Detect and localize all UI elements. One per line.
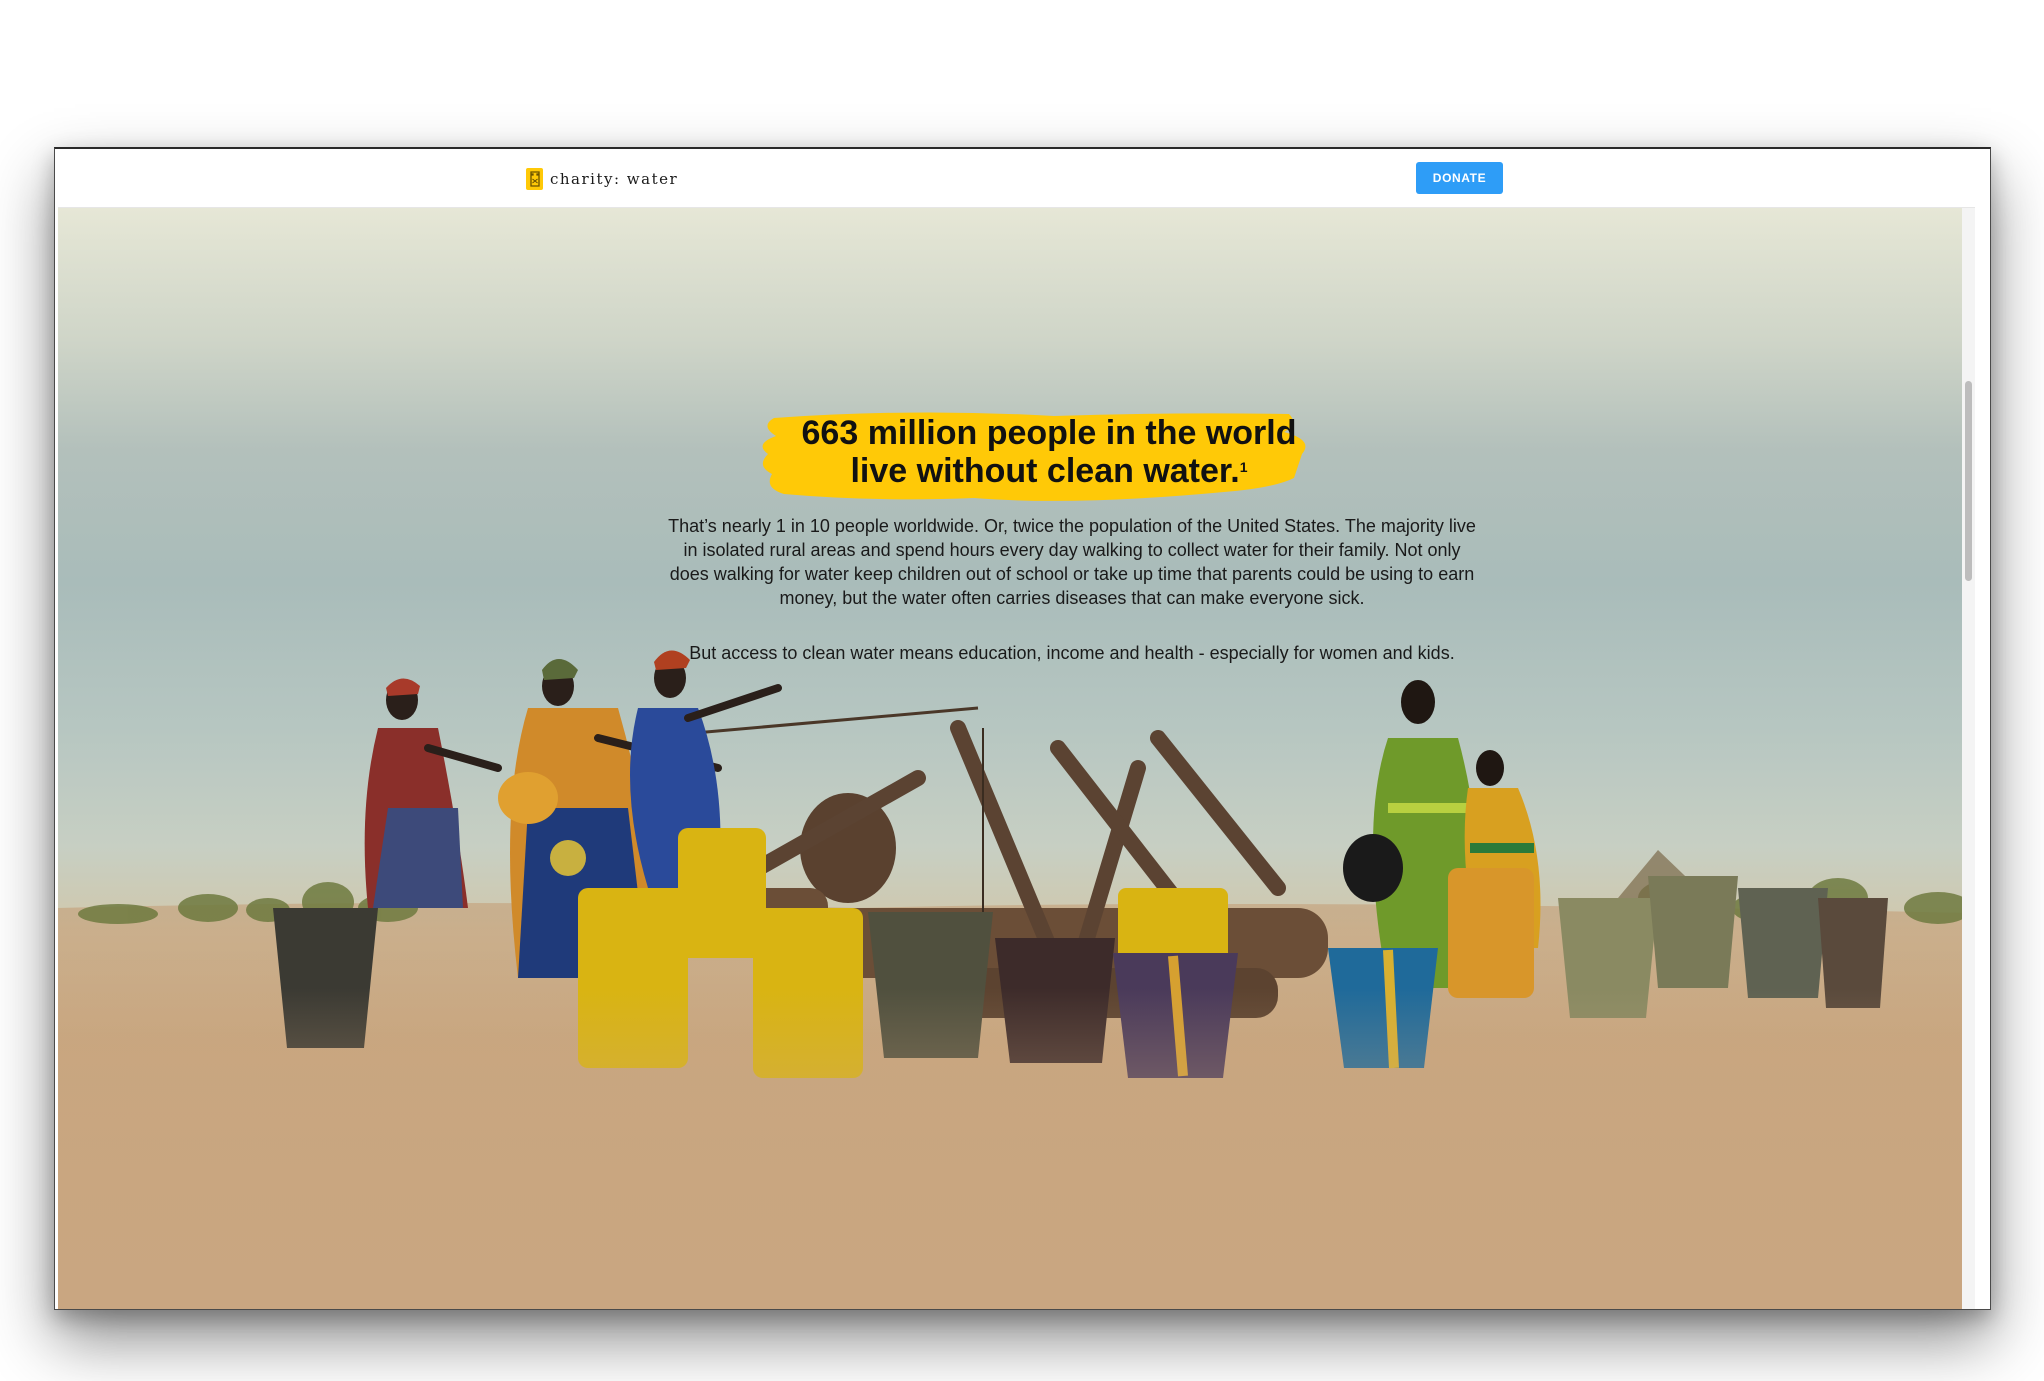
headline-line-1: 663 million people in the world — [801, 414, 1297, 452]
hero-paragraph-2: But access to clean water means educatio… — [689, 643, 1455, 663]
hero-section: 663 million people in the world live wit… — [58, 208, 1975, 1309]
women-at-well-photo — [58, 650, 1975, 1309]
footnote-marker[interactable]: 1 — [1240, 459, 1248, 475]
top-navbar: charity: water DONATE — [58, 149, 1975, 208]
brand-name: charity: water — [550, 170, 679, 188]
headline-block: 663 million people in the world live wit… — [754, 410, 1344, 516]
hero-paragraph-1: That’s nearly 1 in 10 people worldwide. … — [668, 516, 1476, 608]
scrollbar-thumb[interactable] — [1965, 381, 1972, 581]
donate-button[interactable]: DONATE — [1416, 162, 1503, 194]
brand-logo[interactable]: charity: water — [526, 168, 678, 190]
jerry-can-icon — [526, 168, 543, 190]
hero-headline: 663 million people in the world live wit… — [754, 414, 1344, 490]
browser-window: charity: water DONATE 663 million people… — [54, 147, 1991, 1310]
headline-line-2: live without clean water. — [850, 452, 1240, 490]
page-viewport: charity: water DONATE 663 million people… — [58, 149, 1975, 1309]
scrollbar[interactable] — [1962, 208, 1975, 1309]
